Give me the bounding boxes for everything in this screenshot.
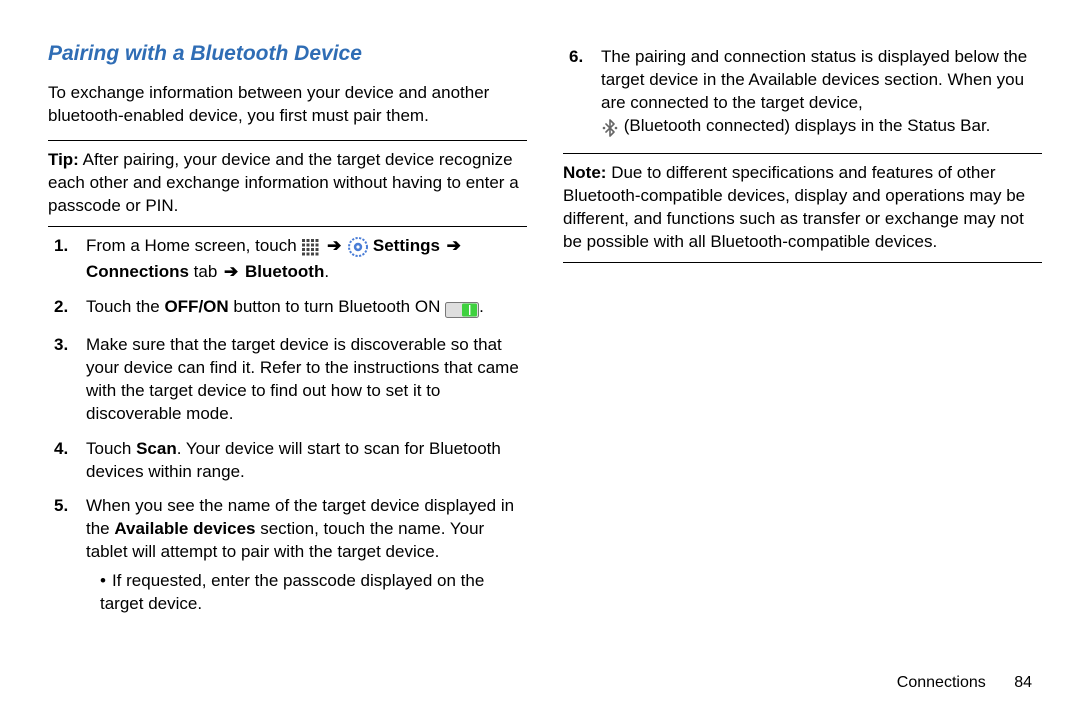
tip-block: Tip: After pairing, your device and the … [48, 149, 527, 218]
step6-l1: The pairing and connection status is dis… [601, 47, 1027, 112]
note-block: Note: Due to different specifications an… [563, 162, 1042, 254]
step2-pre: Touch the [86, 297, 164, 316]
steps-list-right: The pairing and connection status is dis… [563, 46, 1042, 141]
toggle-on-icon [445, 299, 479, 322]
step4-scan: Scan [136, 439, 177, 458]
footer-page-number: 84 [1014, 674, 1032, 691]
step-5: When you see the name of the target devi… [48, 495, 527, 616]
step4-pre: Touch [86, 439, 136, 458]
divider [563, 153, 1042, 154]
step1-connections: Connections [86, 262, 189, 281]
arrow-icon: ➔ [222, 261, 240, 284]
step2-period: . [479, 297, 484, 316]
tip-label: Tip: [48, 150, 79, 169]
step1-tabword: tab [189, 262, 222, 281]
step-4: Touch Scan. Your device will start to sc… [48, 438, 527, 484]
page-footer: Connections 84 [897, 672, 1032, 694]
steps-list: From a Home screen, touch ➔ [48, 235, 527, 616]
note-text: Due to different specifications and feat… [563, 163, 1025, 251]
step5-avail: Available devices [114, 519, 255, 538]
step6-l2: (Bluetooth connected) displays in the St… [624, 116, 991, 135]
step5-bullet: If requested, enter the passcode display… [100, 570, 527, 616]
step-3: Make sure that the target device is disc… [48, 334, 527, 426]
step-1: From a Home screen, touch ➔ [48, 235, 527, 284]
arrow-icon: ➔ [445, 235, 463, 258]
arrow-icon: ➔ [325, 235, 343, 258]
step-6: The pairing and connection status is dis… [563, 46, 1042, 141]
tip-text: After pairing, your device and the targe… [48, 150, 519, 215]
bluetooth-connected-icon [601, 118, 619, 141]
divider [48, 226, 527, 227]
manual-page: Pairing with a Bluetooth Device To excha… [0, 0, 1080, 720]
divider [563, 262, 1042, 263]
step-2: Touch the OFF/ON button to turn Bluetoot… [48, 296, 527, 322]
step2-mid: button to turn Bluetooth ON [229, 297, 445, 316]
footer-section: Connections [897, 674, 986, 691]
divider [48, 140, 527, 141]
left-column: Pairing with a Bluetooth Device To excha… [48, 40, 527, 628]
step1-settings: Settings [373, 236, 440, 255]
step2-offon: OFF/ON [164, 297, 228, 316]
step1-bluetooth: Bluetooth [245, 262, 324, 281]
step5-sub: If requested, enter the passcode display… [86, 570, 527, 616]
right-column: The pairing and connection status is dis… [563, 40, 1042, 628]
step1-pre: From a Home screen, touch [86, 236, 301, 255]
step1-period: . [324, 262, 329, 281]
apps-icon [301, 238, 320, 261]
intro-paragraph: To exchange information between your dev… [48, 82, 527, 128]
section-title: Pairing with a Bluetooth Device [48, 40, 527, 68]
settings-icon [348, 237, 368, 261]
note-label: Note: [563, 163, 606, 182]
